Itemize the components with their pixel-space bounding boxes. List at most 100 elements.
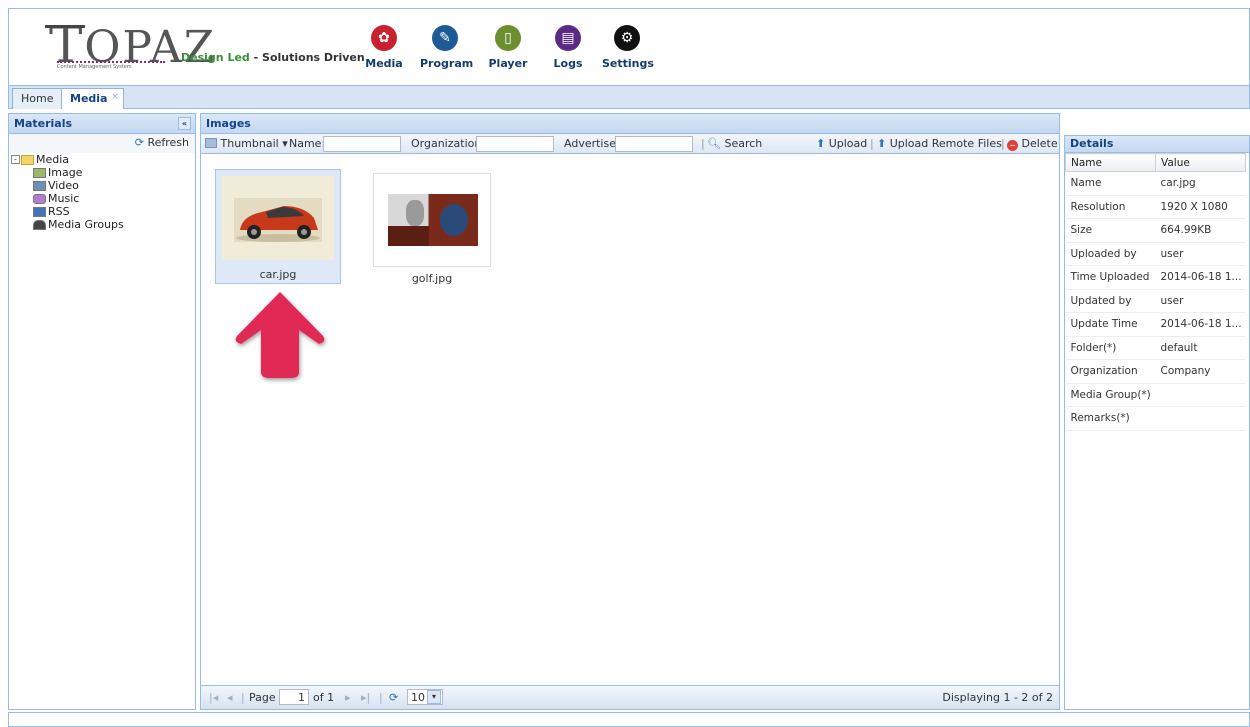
advertiser-input[interactable] xyxy=(615,136,693,152)
delete-icon: − xyxy=(1007,140,1018,151)
images-title: Images xyxy=(206,117,251,130)
detail-row[interactable]: Resolution 1920 X 1080 xyxy=(1065,195,1246,219)
detail-name: Size xyxy=(1065,218,1156,243)
detail-row[interactable]: Folder(*) default xyxy=(1065,336,1246,360)
detail-row[interactable]: Size 664.99KB xyxy=(1065,218,1246,243)
name-label: Name: xyxy=(289,137,326,150)
detail-name: Remarks(*) xyxy=(1065,406,1156,431)
logs-icon: ▤ xyxy=(555,25,581,51)
tab-bar: Home Media × xyxy=(8,85,1250,109)
details-rows: Name car.jpg Resolution 1920 X 1080 Size 664.… xyxy=(1065,171,1246,431)
detail-row[interactable]: Name car.jpg xyxy=(1065,171,1246,196)
details-panel: Details Name Value Name car.jpg Resolution… xyxy=(1064,135,1250,710)
detail-value: 1920 X 1080 xyxy=(1155,195,1246,219)
tree-item-media[interactable]: - Media xyxy=(11,153,193,166)
detail-name: Media Group(*) xyxy=(1065,383,1156,407)
thumbnail-golf[interactable]: golf.jpg xyxy=(373,173,491,285)
image-icon xyxy=(33,167,46,178)
red-arrow-annotation xyxy=(235,292,325,378)
materials-title: Materials xyxy=(14,117,73,130)
next-page-icon[interactable]: ▸ xyxy=(345,691,351,704)
program-icon: ✎ xyxy=(432,25,458,51)
last-page-icon[interactable]: ▸| xyxy=(361,691,370,704)
display-status: Displaying 1 - 2 of 2 xyxy=(942,691,1053,704)
app-header: TOPAZ Content Management System Design L… xyxy=(8,8,1250,85)
car-drawing xyxy=(236,206,320,242)
detail-row[interactable]: Updated by user xyxy=(1065,289,1246,313)
upload-icon: ⬆ xyxy=(877,137,887,150)
detail-name: Organization xyxy=(1065,359,1156,384)
name-input[interactable] xyxy=(323,136,401,152)
detail-name: Updated by xyxy=(1065,289,1156,313)
topaz-logo: TOPAZ Content Management System Design L… xyxy=(44,16,365,74)
tree-item-music[interactable]: Music xyxy=(11,192,193,205)
upload-remote-button[interactable]: ⬆ Upload Remote Files xyxy=(877,137,1002,150)
detail-row[interactable]: Time Uploaded 2014-06-18 1... xyxy=(1065,265,1246,290)
upload-button[interactable]: ⬆ Upload xyxy=(816,137,867,150)
detail-value xyxy=(1155,383,1246,407)
images-toolbar: Thumbnail ▾ Name: Organization: Advertis… xyxy=(201,134,1059,154)
column-header-value[interactable]: Value xyxy=(1155,153,1246,172)
images-panel: Images Thumbnail ▾ Name: Organization: A… xyxy=(200,113,1060,710)
nav-logs-button[interactable]: ▤ Logs xyxy=(543,25,593,70)
prev-page-icon[interactable]: ◂ xyxy=(227,691,233,704)
organization-input[interactable] xyxy=(476,136,554,152)
view-dropdown[interactable]: Thumbnail ▾ xyxy=(205,137,288,150)
detail-name: Folder(*) xyxy=(1065,336,1156,360)
thumbnail-icon xyxy=(205,138,217,148)
tree-item-video[interactable]: Video xyxy=(11,179,193,192)
nav-settings-button[interactable]: ⚙ Settings xyxy=(602,25,654,70)
refresh-icon[interactable]: ⟳ xyxy=(389,691,398,704)
media-tree: - Media Image Video Music RSS Media Grou… xyxy=(9,153,195,231)
collapse-button[interactable]: « xyxy=(178,117,191,130)
close-tab-icon[interactable]: × xyxy=(111,92,119,102)
dropdown-arrow-icon: ▾ xyxy=(282,137,288,150)
tree-item-media-groups[interactable]: Media Groups xyxy=(11,218,193,231)
tree-item-image[interactable]: Image xyxy=(11,166,193,179)
page-of-label: of 1 xyxy=(313,691,335,704)
media-icon: ✿ xyxy=(371,25,397,51)
column-header-name[interactable]: Name xyxy=(1065,153,1156,172)
search-button[interactable]: 🔍︎ Search xyxy=(707,137,762,150)
folder-icon xyxy=(21,154,34,165)
detail-name: Uploaded by xyxy=(1065,242,1156,266)
user-group-icon xyxy=(33,219,46,230)
chevron-down-icon[interactable]: ▾ xyxy=(427,690,441,704)
detail-row[interactable]: Organization Company xyxy=(1065,359,1246,384)
detail-row[interactable]: Media Group(*) xyxy=(1065,383,1246,407)
rss-icon xyxy=(33,206,46,217)
settings-icon: ⚙ xyxy=(614,25,640,51)
detail-value: car.jpg xyxy=(1155,171,1246,196)
details-title: Details xyxy=(1070,137,1114,150)
detail-value: default xyxy=(1155,336,1246,360)
pagination-bar: |◂ ◂ | Page 1 of 1 ▸ ▸| | ⟳ 10 ▾ Display… xyxy=(201,685,1059,709)
detail-name: Time Uploaded xyxy=(1065,265,1156,290)
refresh-icon: ⟳ xyxy=(134,136,144,149)
refresh-button[interactable]: ⟳ Refresh xyxy=(9,134,195,153)
detail-row[interactable]: Update Time 2014-06-18 1... xyxy=(1065,312,1246,337)
details-grid: Name Value Name car.jpg Resolution 1920 X 1… xyxy=(1065,153,1246,431)
tree-item-rss[interactable]: RSS xyxy=(11,205,193,218)
detail-row[interactable]: Remarks(*) xyxy=(1065,406,1246,431)
detail-value: Company xyxy=(1155,359,1246,384)
thumbnail-car[interactable]: car.jpg xyxy=(215,169,341,284)
delete-button[interactable]: − Delete xyxy=(1007,137,1058,151)
status-footer xyxy=(8,712,1250,727)
golf-image xyxy=(388,194,478,246)
page-input[interactable]: 1 xyxy=(279,689,309,705)
slogan: Design Led - Solutions Driven xyxy=(181,51,365,64)
nav-player-button[interactable]: ▯ Player xyxy=(483,25,533,70)
detail-value: 2014-06-18 1... xyxy=(1155,265,1246,290)
first-page-icon[interactable]: |◂ xyxy=(209,691,218,704)
detail-value xyxy=(1155,406,1246,431)
detail-value: 2014-06-18 1... xyxy=(1155,312,1246,337)
nav-media-button[interactable]: ✿ Media xyxy=(359,25,409,70)
collapse-node-icon[interactable]: - xyxy=(11,155,20,164)
tab-media[interactable]: Media × xyxy=(61,88,124,109)
detail-name: Update Time xyxy=(1065,312,1156,337)
detail-row[interactable]: Uploaded by user xyxy=(1065,242,1246,266)
music-icon xyxy=(33,193,46,204)
tab-home[interactable]: Home xyxy=(12,88,63,109)
car-image xyxy=(222,176,334,260)
nav-program-button[interactable]: ✎ Program xyxy=(420,25,473,70)
